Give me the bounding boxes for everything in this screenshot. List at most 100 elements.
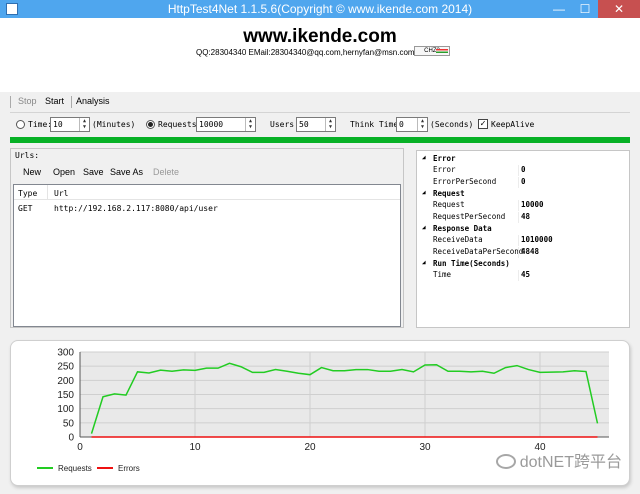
analysis-button[interactable]: Analysis <box>76 96 110 106</box>
property-row[interactable]: Error 0 <box>417 165 629 176</box>
property-name: Error <box>433 165 456 174</box>
users-value: 50 <box>299 120 309 129</box>
time-unit: (Minutes) <box>92 120 136 129</box>
property-row[interactable]: ReceiveDataPerSecond 4848 <box>417 247 629 258</box>
property-name: ErrorPerSecond <box>433 177 497 186</box>
legend-label: Errors <box>118 464 140 473</box>
property-name: RequestPerSecond <box>433 212 506 221</box>
property-separator <box>518 165 519 176</box>
y-tick-label: 200 <box>57 376 74 387</box>
stats-property-grid[interactable]: ◢ Error Error 0 ErrorPerSecond 0 ◢ Reque… <box>416 150 630 328</box>
x-tick-label: 10 <box>189 442 201 453</box>
category-run-time[interactable]: ◢ Run Time(Seconds) <box>417 259 629 270</box>
think-time-input[interactable]: 0 ▲ ▼ <box>396 117 428 132</box>
property-separator <box>518 177 519 188</box>
property-row[interactable]: RequestPerSecond 48 <box>417 212 629 223</box>
property-value: 0 <box>521 177 526 186</box>
site-title: www.ikende.com <box>243 26 397 47</box>
property-separator <box>518 212 519 223</box>
test-parameters: Time: 10 ▲ ▼ (Minutes) Requests: 10000 ▲ ▼… <box>14 116 634 134</box>
keepalive-checkbox[interactable]: ✓ <box>478 119 488 129</box>
collapse-icon[interactable]: ◢ <box>422 224 426 231</box>
progress-fill <box>10 137 630 143</box>
property-name: ReceiveData <box>433 235 483 244</box>
title-bar: HttpTest4Net 1.1.5.6(Copyright © www.ike… <box>0 0 640 18</box>
stop-button[interactable]: Stop <box>18 96 37 106</box>
collapse-icon[interactable]: ◢ <box>422 154 426 161</box>
requests-input[interactable]: 10000 ▲ ▼ <box>196 117 256 132</box>
property-name: ReceiveDataPerSecond <box>433 247 524 256</box>
think-time-unit: (Seconds) <box>430 120 474 129</box>
time-value: 10 <box>53 120 63 129</box>
users-label: Users: <box>270 120 299 129</box>
column-header-type[interactable]: Type <box>18 189 37 198</box>
open-button[interactable]: Open <box>53 167 75 177</box>
property-row[interactable]: ReceiveData 1010000 <box>417 235 629 246</box>
y-tick-label: 250 <box>57 362 74 373</box>
save-as-button[interactable]: Save As <box>110 167 143 177</box>
column-header-url[interactable]: Url <box>54 189 68 198</box>
new-button[interactable]: New <box>23 167 41 177</box>
y-tick-label: 50 <box>63 418 75 429</box>
watermark-text: dotNET跨平台 <box>519 454 622 471</box>
close-icon[interactable]: ✕ <box>598 0 640 18</box>
save-button[interactable]: Save <box>83 167 104 177</box>
wechat-icon <box>495 454 516 469</box>
requests-value: 10000 <box>199 120 224 129</box>
menu-divider <box>10 112 630 113</box>
y-tick-label: 150 <box>57 390 74 401</box>
contact-info: QQ:28304340 EMail:28304340@qq.com,hernyf… <box>196 48 415 57</box>
time-radio[interactable] <box>16 120 25 129</box>
property-value: 1010000 <box>521 235 553 244</box>
window-title: HttpTest4Net 1.1.5.6(Copyright © www.ike… <box>167 2 473 16</box>
urls-panel: Urls: New Open Save Save As Delete Type … <box>10 148 404 328</box>
maximize-icon[interactable]: ☐ <box>572 0 598 18</box>
think-time-value: 0 <box>399 120 404 129</box>
property-name: Time <box>433 270 452 279</box>
flag-stripe <box>436 49 448 53</box>
legend-label: Requests <box>58 464 92 473</box>
spin-arrows-icon[interactable]: ▲ ▼ <box>245 118 255 131</box>
language-flag-icon[interactable]: CHZ2 <box>414 46 450 56</box>
category-request[interactable]: ◢ Request <box>417 189 629 200</box>
category-label: Error <box>433 154 456 163</box>
delete-button[interactable]: Delete <box>153 167 179 177</box>
row-type: GET <box>18 204 33 213</box>
spin-arrows-icon[interactable]: ▲ ▼ <box>417 118 427 131</box>
x-tick-label: 0 <box>77 442 83 453</box>
row-url: http://192.168.2.117:8080/api/user <box>54 204 218 213</box>
users-input[interactable]: 50 ▲ ▼ <box>296 117 336 132</box>
keepalive-label: KeepAlive <box>491 120 535 129</box>
x-tick-label: 30 <box>419 442 431 453</box>
category-response-data[interactable]: ◢ Response Data <box>417 224 629 235</box>
property-separator <box>518 247 519 258</box>
property-value: 4848 <box>521 247 540 256</box>
menu-separator <box>10 96 11 108</box>
time-input[interactable]: 10 ▲ ▼ <box>50 117 90 132</box>
collapse-icon[interactable]: ◢ <box>422 259 426 266</box>
property-row[interactable]: Request 10000 <box>417 200 629 211</box>
property-row[interactable]: Time 45 <box>417 270 629 281</box>
collapse-icon[interactable]: ◢ <box>422 189 426 196</box>
time-label: Time: <box>28 120 53 129</box>
property-separator <box>518 200 519 211</box>
property-separator <box>518 235 519 246</box>
y-tick-label: 100 <box>57 404 74 415</box>
requests-radio[interactable] <box>146 120 155 129</box>
app-header: www.ikende.com QQ:28304340 EMail:2830434… <box>0 18 640 92</box>
category-label: Run Time(Seconds) <box>433 259 510 268</box>
category-label: Request <box>433 189 465 198</box>
y-tick-label: 0 <box>68 433 74 444</box>
property-name: Request <box>433 200 465 209</box>
property-separator <box>518 270 519 281</box>
spin-arrows-icon[interactable]: ▲ ▼ <box>325 118 335 131</box>
y-tick-label: 300 <box>57 348 74 359</box>
property-value: 0 <box>521 165 526 174</box>
start-button[interactable]: Start <box>45 96 64 106</box>
category-error[interactable]: ◢ Error <box>417 154 629 165</box>
minimize-icon[interactable]: — <box>546 0 572 18</box>
urls-list[interactable]: Type Url GET http://192.168.2.117:8080/a… <box>13 184 401 327</box>
property-row[interactable]: ErrorPerSecond 0 <box>417 177 629 188</box>
spin-arrows-icon[interactable]: ▲ ▼ <box>79 118 89 131</box>
menu-separator <box>71 96 72 108</box>
